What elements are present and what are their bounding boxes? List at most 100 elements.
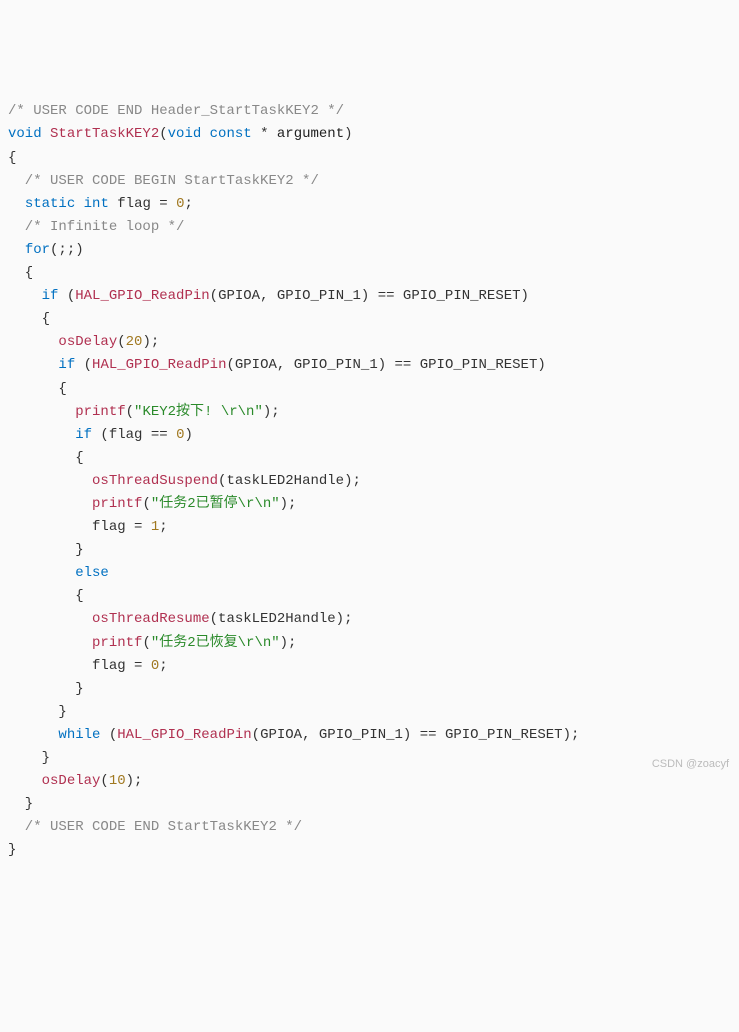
paren-semi: );: [280, 496, 297, 512]
brace: {: [8, 381, 67, 397]
equals: =: [151, 196, 176, 212]
const-gpioa: GPIOA: [218, 288, 260, 304]
number: 1: [151, 519, 159, 535]
brace: }: [8, 842, 16, 858]
paren: (: [252, 727, 260, 743]
brace: }: [8, 704, 67, 720]
var-flag: flag: [109, 427, 143, 443]
indent: [8, 357, 58, 373]
comma: ,: [277, 357, 294, 373]
func-call: printf: [75, 404, 125, 420]
paren-semi: );: [336, 611, 353, 627]
indent: [8, 773, 42, 789]
paren: ): [521, 288, 529, 304]
indent: [8, 611, 92, 627]
var-handle: taskLED2Handle: [218, 611, 336, 627]
paren: (: [117, 334, 125, 350]
paren: ): [537, 357, 545, 373]
indent: [8, 242, 25, 258]
brace: }: [8, 796, 33, 812]
brace: }: [8, 681, 84, 697]
const-reset: GPIO_PIN_RESET: [445, 727, 563, 743]
paren: (: [210, 611, 218, 627]
comma: ,: [260, 288, 277, 304]
indent: [8, 473, 92, 489]
paren: (: [58, 288, 75, 304]
indent: [8, 635, 92, 651]
brace: }: [8, 542, 84, 558]
paren: (: [142, 496, 150, 512]
paren: ): [344, 126, 352, 142]
indent: [8, 196, 25, 212]
watermark: CSDN @zoacyf: [652, 755, 729, 773]
keyword-const: const: [210, 126, 252, 142]
func-call: osDelay: [58, 334, 117, 350]
number: 10: [109, 773, 126, 789]
const-pin1: GPIO_PIN_1: [277, 288, 361, 304]
space: [109, 196, 117, 212]
equals: ==: [369, 288, 403, 304]
code-block: /* USER CODE END Header_StartTaskKEY2 */…: [8, 100, 731, 862]
number: 0: [176, 196, 184, 212]
paren-semi: );: [280, 635, 297, 651]
brace: {: [8, 588, 84, 604]
paren: ): [378, 357, 386, 373]
string: "任务2已恢复\r\n": [151, 635, 280, 651]
func-call: HAL_GPIO_ReadPin: [117, 727, 251, 743]
const-gpioa: GPIOA: [260, 727, 302, 743]
keyword-while: while: [58, 727, 100, 743]
indent: [8, 727, 58, 743]
comment: /* USER CODE END Header_StartTaskKEY2 */: [8, 103, 344, 119]
keyword-else: else: [75, 565, 109, 581]
paren-semi: );: [344, 473, 361, 489]
semicolon: ;: [185, 196, 193, 212]
string: "任务2已暂停\r\n": [151, 496, 280, 512]
const-pin1: GPIO_PIN_1: [319, 727, 403, 743]
indent: [8, 565, 75, 581]
space: [75, 196, 83, 212]
indent: [8, 427, 75, 443]
star: *: [252, 126, 277, 142]
brace: {: [8, 450, 84, 466]
keyword-void: void: [168, 126, 202, 142]
var-handle: taskLED2Handle: [226, 473, 344, 489]
for-empty: (;;): [50, 242, 84, 258]
comment: /* USER CODE END StartTaskKEY2 */: [8, 819, 302, 835]
paren-semi: );: [563, 727, 580, 743]
semicolon: ;: [159, 658, 167, 674]
func-call: osThreadSuspend: [92, 473, 218, 489]
semicolon: ;: [159, 519, 167, 535]
brace: {: [8, 265, 33, 281]
comma: ,: [302, 727, 319, 743]
paren: (: [126, 404, 134, 420]
indent: [8, 334, 58, 350]
func-call: HAL_GPIO_ReadPin: [92, 357, 226, 373]
keyword-int: int: [84, 196, 109, 212]
paren: (: [159, 126, 167, 142]
func-call: HAL_GPIO_ReadPin: [75, 288, 209, 304]
indent: [8, 519, 92, 535]
equals: ==: [411, 727, 445, 743]
const-reset: GPIO_PIN_RESET: [403, 288, 521, 304]
paren-semi: );: [142, 334, 159, 350]
const-gpioa: GPIOA: [235, 357, 277, 373]
keyword-if: if: [42, 288, 59, 304]
number: 20: [126, 334, 143, 350]
func-call: osThreadResume: [92, 611, 210, 627]
keyword-if: if: [58, 357, 75, 373]
func-call: osDelay: [42, 773, 101, 789]
indent: [8, 496, 92, 512]
paren: (: [92, 427, 109, 443]
brace: {: [8, 150, 16, 166]
equals: ==: [142, 427, 176, 443]
equals: ==: [386, 357, 420, 373]
indent: [8, 404, 75, 420]
func-call: printf: [92, 635, 142, 651]
paren: (: [100, 773, 108, 789]
indent: [8, 658, 92, 674]
paren: (: [100, 727, 117, 743]
var-flag: flag: [92, 519, 126, 535]
paren: ): [184, 427, 192, 443]
number: 0: [151, 658, 159, 674]
equals: =: [126, 658, 151, 674]
